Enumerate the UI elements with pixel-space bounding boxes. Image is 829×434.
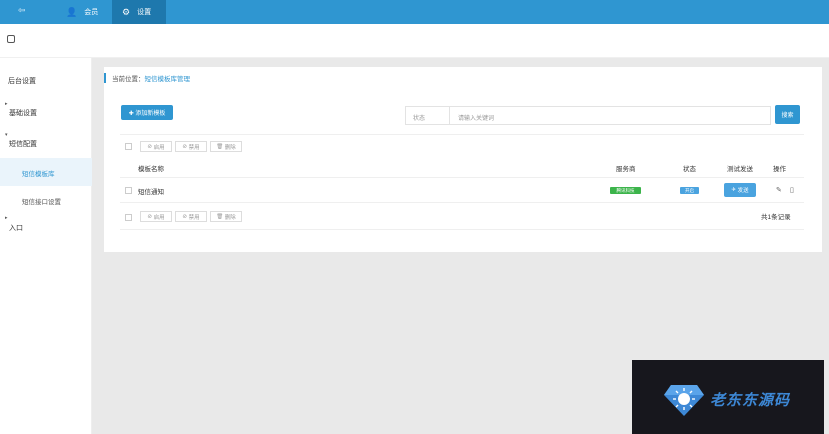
add-template-button[interactable]: ✚ 添加新模板 [121, 105, 173, 120]
divider [120, 229, 804, 230]
col-header-provider: 服务商 [616, 166, 636, 173]
sidebar-subitem-label: 短信接口设置 [22, 199, 61, 206]
search-input[interactable]: 请输入关键词 [449, 106, 771, 125]
select-all-checkbox[interactable] [125, 143, 132, 150]
batch-enable-button-bottom[interactable]: ⊘ 启用 [140, 211, 172, 222]
gear-icon: ⚙ [122, 6, 131, 17]
watermark-text: 老东东源码 [710, 391, 791, 409]
sidebar-item-label: 入口 [9, 225, 23, 232]
breadcrumb-link[interactable]: 短信模板库管理 [145, 76, 191, 83]
nav-member[interactable]: 👤 会员 [56, 0, 108, 24]
sidebar-subitem-label: 短信模板库 [22, 171, 55, 178]
row-template-name: 短信通知 [138, 189, 164, 196]
delete-icon[interactable]: ▯ [790, 186, 794, 194]
test-send-label: 发送 [737, 188, 749, 194]
breadcrumb: 当前位置：短信模板库管理 [104, 73, 190, 83]
batch-disable-button-bottom[interactable]: ⊘ 禁用 [175, 211, 207, 222]
sidebar-item-label: 基础设置 [9, 110, 37, 117]
row-checkbox[interactable] [125, 187, 132, 194]
sidebar-item-label: 后台设置 [8, 78, 36, 85]
col-header-test-send: 测试发送 [727, 166, 753, 173]
breadcrumb-prefix: 当前位置： [112, 76, 145, 83]
sidebar-item-label: 短信配置 [9, 141, 37, 148]
status-badge[interactable]: 开启 [680, 187, 699, 194]
sidebar-subitem-sms-templates[interactable]: 短信模板库 [0, 158, 92, 186]
divider [120, 202, 804, 203]
batch-enable-button[interactable]: ⊘ 启用 [140, 141, 172, 152]
edit-icon[interactable]: ✎ [776, 186, 782, 194]
nav-member-label: 会员 [84, 9, 99, 16]
top-nav-bar: ⇦ 👤 会员 ⚙ 设置 [0, 0, 829, 24]
batch-disable-label: 禁用 [188, 144, 200, 151]
test-send-button[interactable]: ✈ 发送 [724, 183, 756, 197]
caret-down-icon: ▾ [5, 132, 8, 138]
nav-settings-label: 设置 [137, 9, 152, 16]
batch-disable-label: 禁用 [188, 214, 200, 221]
divider [120, 177, 804, 178]
batch-delete-label: 删除 [224, 144, 236, 151]
status-filter[interactable]: 状态 [405, 106, 449, 125]
divider [120, 134, 804, 135]
caret-right-icon: ▸ [5, 215, 8, 221]
sub-header [0, 24, 829, 58]
provider-badge: 腾讯科技 [610, 187, 641, 194]
col-header-status: 状态 [683, 166, 696, 173]
select-all-checkbox-bottom[interactable] [125, 214, 132, 221]
batch-enable-label: 启用 [153, 214, 165, 221]
content-panel [104, 67, 822, 252]
col-header-name: 模板名称 [138, 166, 164, 173]
batch-delete-label: 删除 [224, 214, 236, 221]
diamond-logo-icon [664, 385, 704, 416]
record-count: 共1条记录 [761, 214, 791, 221]
trash-icon: 🗑 [216, 143, 225, 150]
caret-right-icon: ▸ [5, 101, 8, 107]
col-header-actions: 操作 [773, 166, 786, 173]
sidebar-subitem-sms-interface[interactable]: 短信接口设置 [0, 186, 92, 214]
search-button[interactable]: 搜索 [775, 105, 800, 124]
menu-toggle-icon[interactable]: ⇦ [18, 5, 26, 16]
home-icon[interactable] [7, 35, 15, 43]
batch-disable-button[interactable]: ⊘ 禁用 [175, 141, 207, 152]
user-icon: 👤 [66, 6, 78, 17]
batch-enable-label: 启用 [153, 144, 165, 151]
trash-icon: 🗑 [216, 213, 225, 220]
batch-delete-button-bottom[interactable]: 🗑 删除 [210, 211, 242, 222]
batch-delete-button[interactable]: 🗑 删除 [210, 141, 242, 152]
nav-settings[interactable]: ⚙ 设置 [112, 0, 166, 24]
